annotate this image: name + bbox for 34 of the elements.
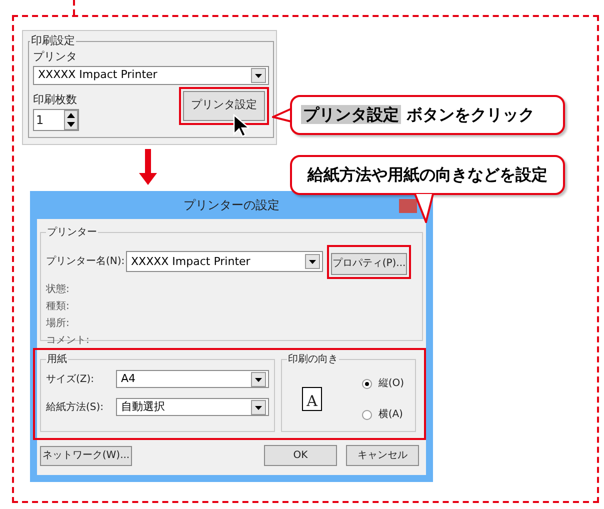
spinner-arrows-icon[interactable] xyxy=(64,110,78,130)
info-label: コメント: xyxy=(46,334,90,348)
radio-icon[interactable] xyxy=(362,378,372,388)
field-label: プリンター名(N): xyxy=(46,254,126,270)
callout-text: プリンタ設定 ボタンをクリック xyxy=(301,104,535,126)
network-button[interactable]: ネットワーク(W)... xyxy=(40,446,132,466)
info-label: 状態: xyxy=(46,282,70,296)
down-arrow-icon xyxy=(139,149,157,185)
copies-spinner[interactable]: 1 xyxy=(33,108,79,130)
radio-icon[interactable] xyxy=(362,410,372,420)
printer-dropdown[interactable]: XXXXX Impact Printer xyxy=(33,66,269,84)
paper-source-dropdown[interactable]: 自動選択 xyxy=(116,398,269,416)
group-title: 用紙 xyxy=(46,353,68,367)
group-title: 印刷設定 xyxy=(30,33,76,49)
field-label: サイズ(Z): xyxy=(46,372,96,386)
ok-button[interactable]: OK xyxy=(264,445,337,466)
properties-button[interactable]: プロパティ(P)... xyxy=(331,252,407,274)
printer-settings-button[interactable]: プリンタ設定 xyxy=(183,90,265,120)
window-title: プリンターの設定 xyxy=(184,197,280,214)
callout-text: 給紙方法や用紙の向きなどを設定 xyxy=(308,164,548,186)
page-icon: A xyxy=(302,387,322,411)
group-title: プリンター xyxy=(46,226,98,240)
orientation-radio[interactable]: 横(A) xyxy=(362,407,404,422)
cancel-button[interactable]: キャンセル xyxy=(346,445,419,466)
field-label: プリンタ xyxy=(33,50,78,64)
paper-size-dropdown[interactable]: A4 xyxy=(116,370,269,388)
orientation-radio[interactable]: 縦(O) xyxy=(362,376,404,391)
info-label: 場所: xyxy=(46,316,70,330)
group-title: 印刷の向き xyxy=(287,352,339,367)
field-label: 印刷枚数 xyxy=(33,92,78,106)
mouse-cursor-icon xyxy=(233,114,249,138)
printer-name-dropdown[interactable]: XXXXX Impact Printer xyxy=(126,251,323,272)
field-label: 給紙方法(S): xyxy=(46,400,105,414)
info-label: 種類: xyxy=(46,300,70,314)
